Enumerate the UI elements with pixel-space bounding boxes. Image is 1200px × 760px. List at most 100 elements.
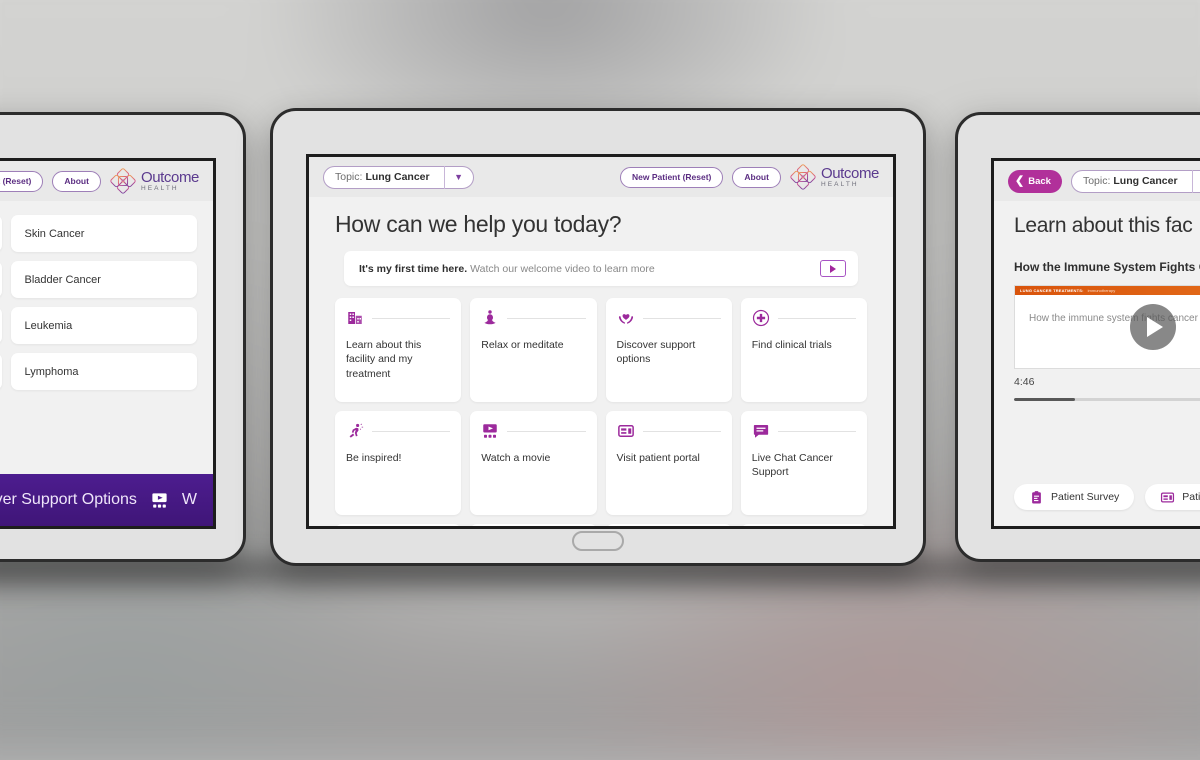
play-button-overlay[interactable] bbox=[1130, 303, 1176, 350]
back-button-label: Back bbox=[1028, 175, 1051, 187]
topic-dropdown[interactable]: Topic: Lung Cancer ▼ bbox=[323, 165, 474, 189]
outcome-flower-icon bbox=[110, 168, 136, 194]
left-tablet-screen: atient (Reset) About bbox=[0, 158, 216, 529]
patient-portal-button[interactable]: Pati bbox=[1145, 484, 1200, 510]
patient-survey-label: Patient Survey bbox=[1051, 491, 1120, 503]
portal-card-icon bbox=[1160, 490, 1175, 505]
chevron-down-icon[interactable]: ▼ bbox=[1193, 177, 1200, 186]
topic-option[interactable]: er bbox=[0, 307, 2, 344]
divider bbox=[372, 317, 451, 319]
option-card-clinical-trials[interactable]: Find clinical trials bbox=[740, 298, 867, 402]
option-card-label: Discover support options bbox=[616, 339, 696, 366]
option-card-relax-meditate[interactable]: Relax or meditate bbox=[470, 298, 597, 402]
video-progress-fill bbox=[1014, 397, 1076, 401]
movie-theater-icon bbox=[150, 491, 169, 510]
new-patient-reset-button[interactable]: atient (Reset) bbox=[0, 170, 44, 192]
topic-option[interactable] bbox=[0, 353, 2, 390]
divider bbox=[507, 317, 586, 319]
option-card-label: Visit patient portal bbox=[616, 452, 700, 464]
logo-wordmark: Outcome bbox=[820, 164, 879, 182]
outcome-flower-icon bbox=[790, 164, 816, 190]
welcome-video-banner[interactable]: It's my first time here. Watch our welco… bbox=[344, 251, 858, 286]
hospital-building-icon bbox=[346, 309, 364, 327]
promo-tail-text: W bbox=[181, 491, 197, 508]
next-row-cards-partial bbox=[335, 524, 867, 526]
about-button[interactable]: About bbox=[52, 170, 101, 192]
about-button[interactable]: About bbox=[732, 166, 781, 188]
video-thumbnail[interactable]: LUNG CANCER TREATMENTS: immunotherapy Ho… bbox=[1014, 284, 1200, 369]
video-duration: 4:46 bbox=[1014, 375, 1035, 388]
option-card-partial[interactable] bbox=[740, 524, 867, 526]
heart-in-hands-icon bbox=[617, 309, 635, 327]
topic-dropdown-label: Topic: bbox=[1082, 175, 1111, 187]
divider bbox=[777, 430, 856, 432]
option-card-patient-portal[interactable]: Visit patient portal bbox=[605, 411, 732, 515]
topic-option[interactable]: Bladder Cancer bbox=[10, 261, 197, 298]
chevron-left-icon: ❮ bbox=[1015, 174, 1025, 187]
topic-option[interactable]: Lymphoma bbox=[10, 353, 197, 390]
left-app-header: atient (Reset) About bbox=[0, 161, 213, 201]
video-heading: How the Immune System Fights Cancer bbox=[1014, 260, 1200, 274]
option-card-live-chat[interactable]: Live Chat Cancer Support bbox=[740, 411, 867, 515]
divider bbox=[642, 430, 721, 432]
right-tablet-screen: ❮ Back Topic: Lung Cancer ▼ Learn about … bbox=[991, 158, 1200, 529]
topic-option[interactable]: Leukemia bbox=[10, 307, 197, 344]
divider bbox=[777, 317, 856, 319]
new-patient-reset-button[interactable]: New Patient (Reset) bbox=[620, 166, 724, 188]
topic-option[interactable]: r bbox=[0, 215, 2, 252]
center-app-header: Topic: Lung Cancer ▼ New Patient (Reset)… bbox=[309, 157, 893, 197]
option-card-label: Learn about this facility and my treatme… bbox=[346, 339, 422, 380]
right-tablet-device: ❮ Back Topic: Lung Cancer ▼ Learn about … bbox=[955, 112, 1200, 562]
left-tablet-device: atient (Reset) About bbox=[0, 112, 246, 562]
background-shadow-band bbox=[0, 560, 1200, 600]
divider bbox=[507, 430, 586, 432]
video-banner-secondary: immunotherapy bbox=[1087, 287, 1116, 293]
promo-label: over Support Options bbox=[0, 491, 137, 508]
logo-subtext: HEALTH bbox=[140, 184, 179, 192]
option-card-watch-movie[interactable]: Watch a movie bbox=[470, 411, 597, 515]
medical-cross-circle-icon bbox=[752, 309, 770, 327]
welcome-banner-bold-text: It's my first time here. bbox=[359, 262, 468, 275]
patient-survey-button[interactable]: Patient Survey bbox=[1014, 484, 1135, 510]
play-video-button[interactable] bbox=[820, 260, 846, 277]
option-card-label: Live Chat Cancer Support bbox=[751, 452, 833, 479]
topic-dropdown-value: Lung Cancer bbox=[1113, 175, 1178, 187]
play-icon bbox=[830, 264, 836, 273]
option-card-be-inspired[interactable]: Be inspired! bbox=[335, 411, 462, 515]
right-app-header: ❮ Back Topic: Lung Cancer ▼ bbox=[994, 161, 1200, 201]
video-banner-primary: LUNG CANCER TREATMENTS: bbox=[1020, 287, 1084, 293]
back-button[interactable]: ❮ Back bbox=[1008, 169, 1062, 193]
outcome-health-logo: Outcome HEALTH bbox=[790, 164, 879, 190]
topic-dropdown-label: Topic: bbox=[335, 171, 363, 183]
outcome-health-logo: Outcome HEALTH bbox=[110, 168, 199, 194]
topic-option[interactable]: Cancer bbox=[0, 261, 2, 298]
topic-dropdown-value: Lung Cancer bbox=[365, 171, 430, 183]
topic-option[interactable]: Skin Cancer bbox=[10, 215, 197, 252]
logo-subtext: HEALTH bbox=[820, 180, 859, 188]
portal-card-icon bbox=[617, 422, 635, 440]
option-card-label: Be inspired! bbox=[346, 452, 402, 464]
topic-picker-body: r Skin Cancer Cancer Bladder Cancer er L… bbox=[0, 201, 213, 487]
topic-dropdown[interactable]: Topic: Lung Cancer ▼ bbox=[1070, 169, 1200, 193]
video-progress-bar[interactable] bbox=[1014, 397, 1200, 401]
option-card-learn-facility[interactable]: Learn about this facility and my treatme… bbox=[335, 298, 462, 402]
tablet-home-button[interactable] bbox=[572, 531, 624, 551]
option-card-partial[interactable] bbox=[470, 524, 597, 526]
center-tablet-device: Topic: Lung Cancer ▼ New Patient (Reset)… bbox=[270, 108, 926, 566]
running-person-icon bbox=[346, 422, 364, 440]
option-card-label: Find clinical trials bbox=[751, 339, 832, 351]
video-thumb-banner: LUNG CANCER TREATMENTS: immunotherapy bbox=[1015, 285, 1200, 295]
page-title: Learn about this fac bbox=[1014, 214, 1193, 237]
right-detail-body: Learn about this fac How the Immune Syst… bbox=[994, 201, 1200, 401]
option-card-partial[interactable] bbox=[335, 524, 462, 526]
divider bbox=[642, 317, 721, 319]
option-card-label: Relax or meditate bbox=[481, 339, 564, 351]
option-card-partial[interactable] bbox=[605, 524, 732, 526]
topic-grid: r Skin Cancer Cancer Bladder Cancer er L… bbox=[0, 215, 197, 390]
option-card-label: Watch a movie bbox=[481, 452, 551, 464]
option-card-support-options[interactable]: Discover support options bbox=[605, 298, 732, 402]
patient-portal-label: Pati bbox=[1182, 491, 1200, 503]
movie-theater-icon bbox=[481, 422, 499, 440]
chevron-down-icon[interactable]: ▼ bbox=[445, 172, 473, 182]
discover-support-options-promo-bar[interactable]: over Support Options W bbox=[0, 474, 213, 526]
